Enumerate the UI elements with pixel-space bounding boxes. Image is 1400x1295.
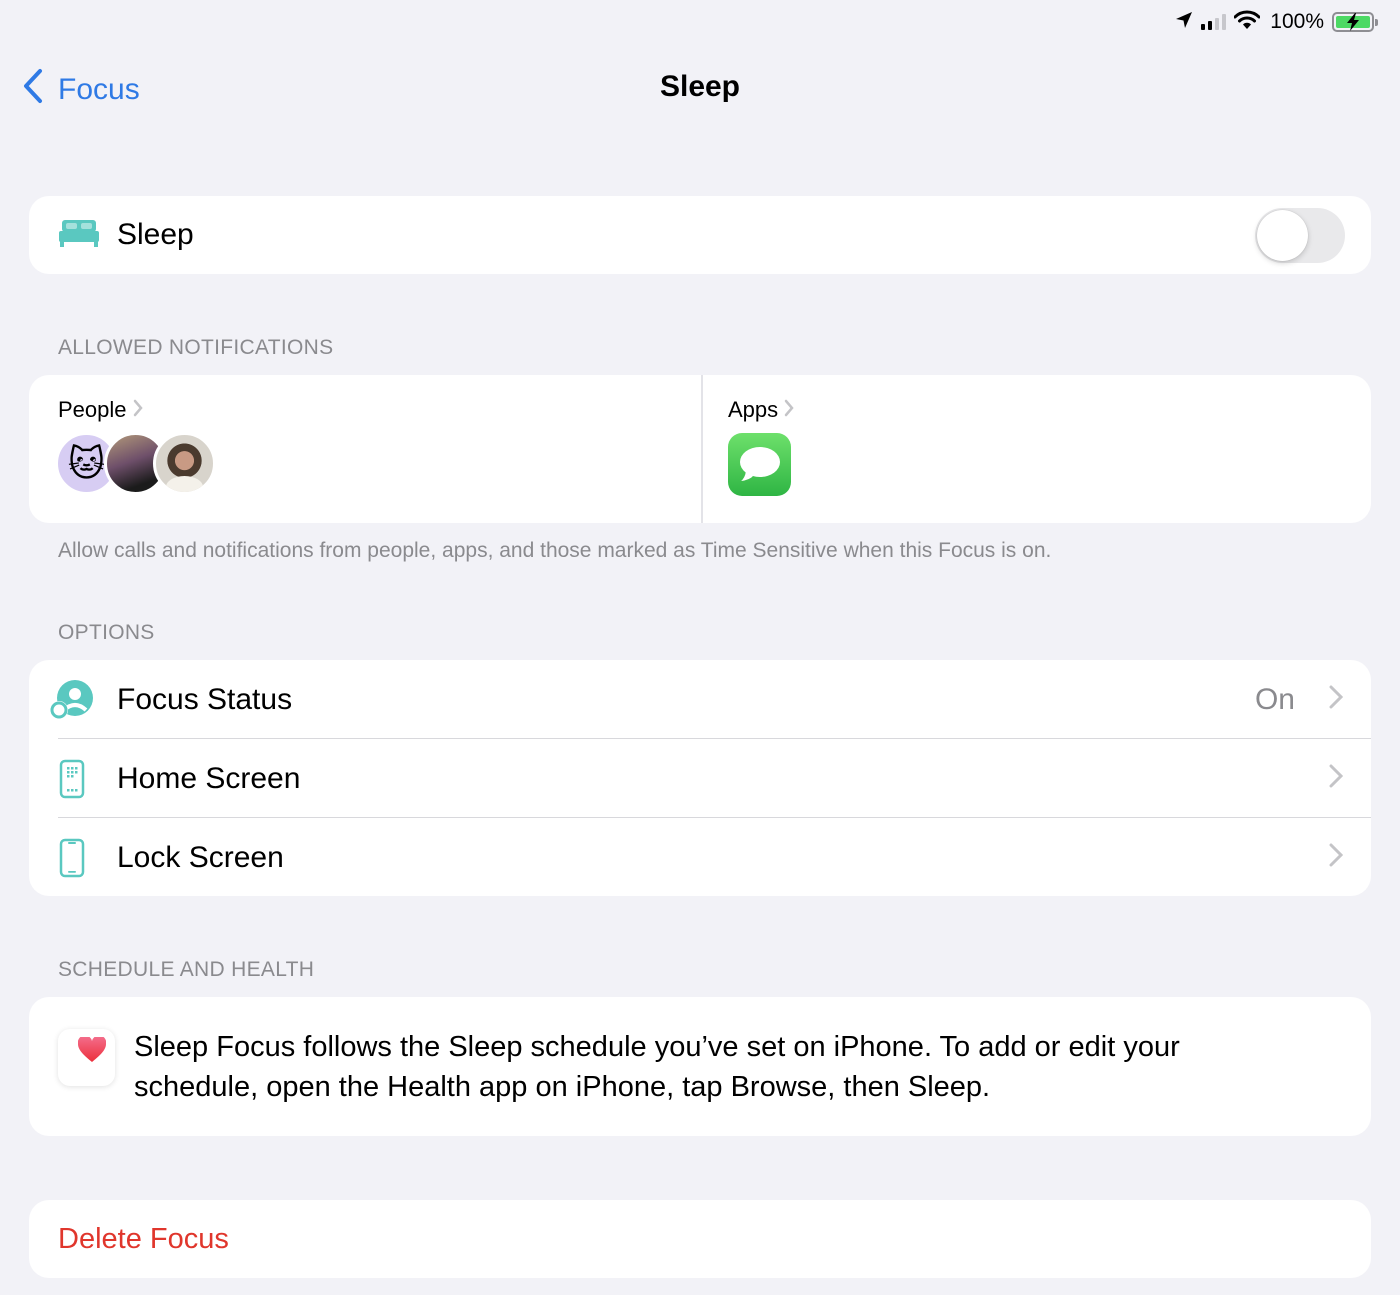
chevron-right-icon	[1329, 764, 1344, 793]
option-row-home-screen[interactable]: Home Screen	[29, 739, 1371, 818]
avatar	[153, 432, 216, 495]
location-arrow-icon	[1175, 11, 1193, 34]
focus-toggle-row: Sleep	[29, 196, 1371, 274]
chevron-right-icon	[133, 397, 143, 423]
option-label: Lock Screen	[117, 840, 284, 874]
options-card: Focus Status On Home Screen Lock Screen	[29, 660, 1371, 896]
wifi-icon	[1233, 10, 1261, 35]
health-heart-icon	[58, 1029, 115, 1086]
focus-name-label: Sleep	[117, 218, 194, 251]
schedule-description: Sleep Focus follows the Sleep schedule y…	[134, 1031, 1180, 1103]
chevron-right-icon	[1329, 843, 1344, 872]
option-value: On	[1254, 682, 1295, 716]
delete-focus-label: Delete Focus	[58, 1222, 229, 1255]
option-label: Home Screen	[117, 761, 301, 795]
options-header: OPTIONS	[58, 621, 155, 644]
messages-app-icon	[728, 433, 791, 496]
option-row-focus-status[interactable]: Focus Status On	[29, 660, 1371, 739]
apps-label: Apps	[728, 397, 779, 422]
people-avatars: 🐱	[55, 432, 701, 495]
people-cell[interactable]: People 🐱	[29, 375, 701, 523]
option-label: Focus Status	[117, 682, 293, 716]
focus-status-icon	[49, 677, 95, 723]
schedule-health-header: SCHEDULE AND HEALTH	[58, 958, 315, 981]
bed-icon	[59, 219, 99, 252]
cellular-signal-icon	[1201, 14, 1227, 30]
delete-focus-button[interactable]: Delete Focus	[29, 1200, 1371, 1278]
schedule-health-card: Sleep Focus follows the Sleep schedule y…	[29, 997, 1371, 1136]
cat-memoji-icon: 🐱	[67, 442, 106, 484]
status-bar: 100%	[1175, 8, 1378, 36]
battery-percentage: 100%	[1270, 10, 1324, 33]
people-label: People	[58, 397, 127, 422]
apps-cell[interactable]: Apps	[701, 375, 1371, 523]
allowed-notifications-footer: Allow calls and notifications from peopl…	[58, 539, 1052, 562]
toggle-knob	[1257, 210, 1308, 261]
chevron-right-icon	[1329, 685, 1344, 714]
sleep-focus-toggle[interactable]	[1255, 208, 1345, 263]
battery-charging-icon	[1332, 12, 1378, 32]
lock-screen-icon	[49, 835, 95, 881]
allowed-notifications-card: People 🐱 Apps	[29, 375, 1371, 523]
chevron-right-icon	[784, 397, 794, 423]
page-title: Sleep	[659, 70, 741, 103]
home-screen-icon	[49, 756, 95, 802]
option-row-lock-screen[interactable]: Lock Screen	[29, 818, 1371, 897]
allowed-notifications-header: ALLOWED NOTIFICATIONS	[58, 336, 334, 359]
